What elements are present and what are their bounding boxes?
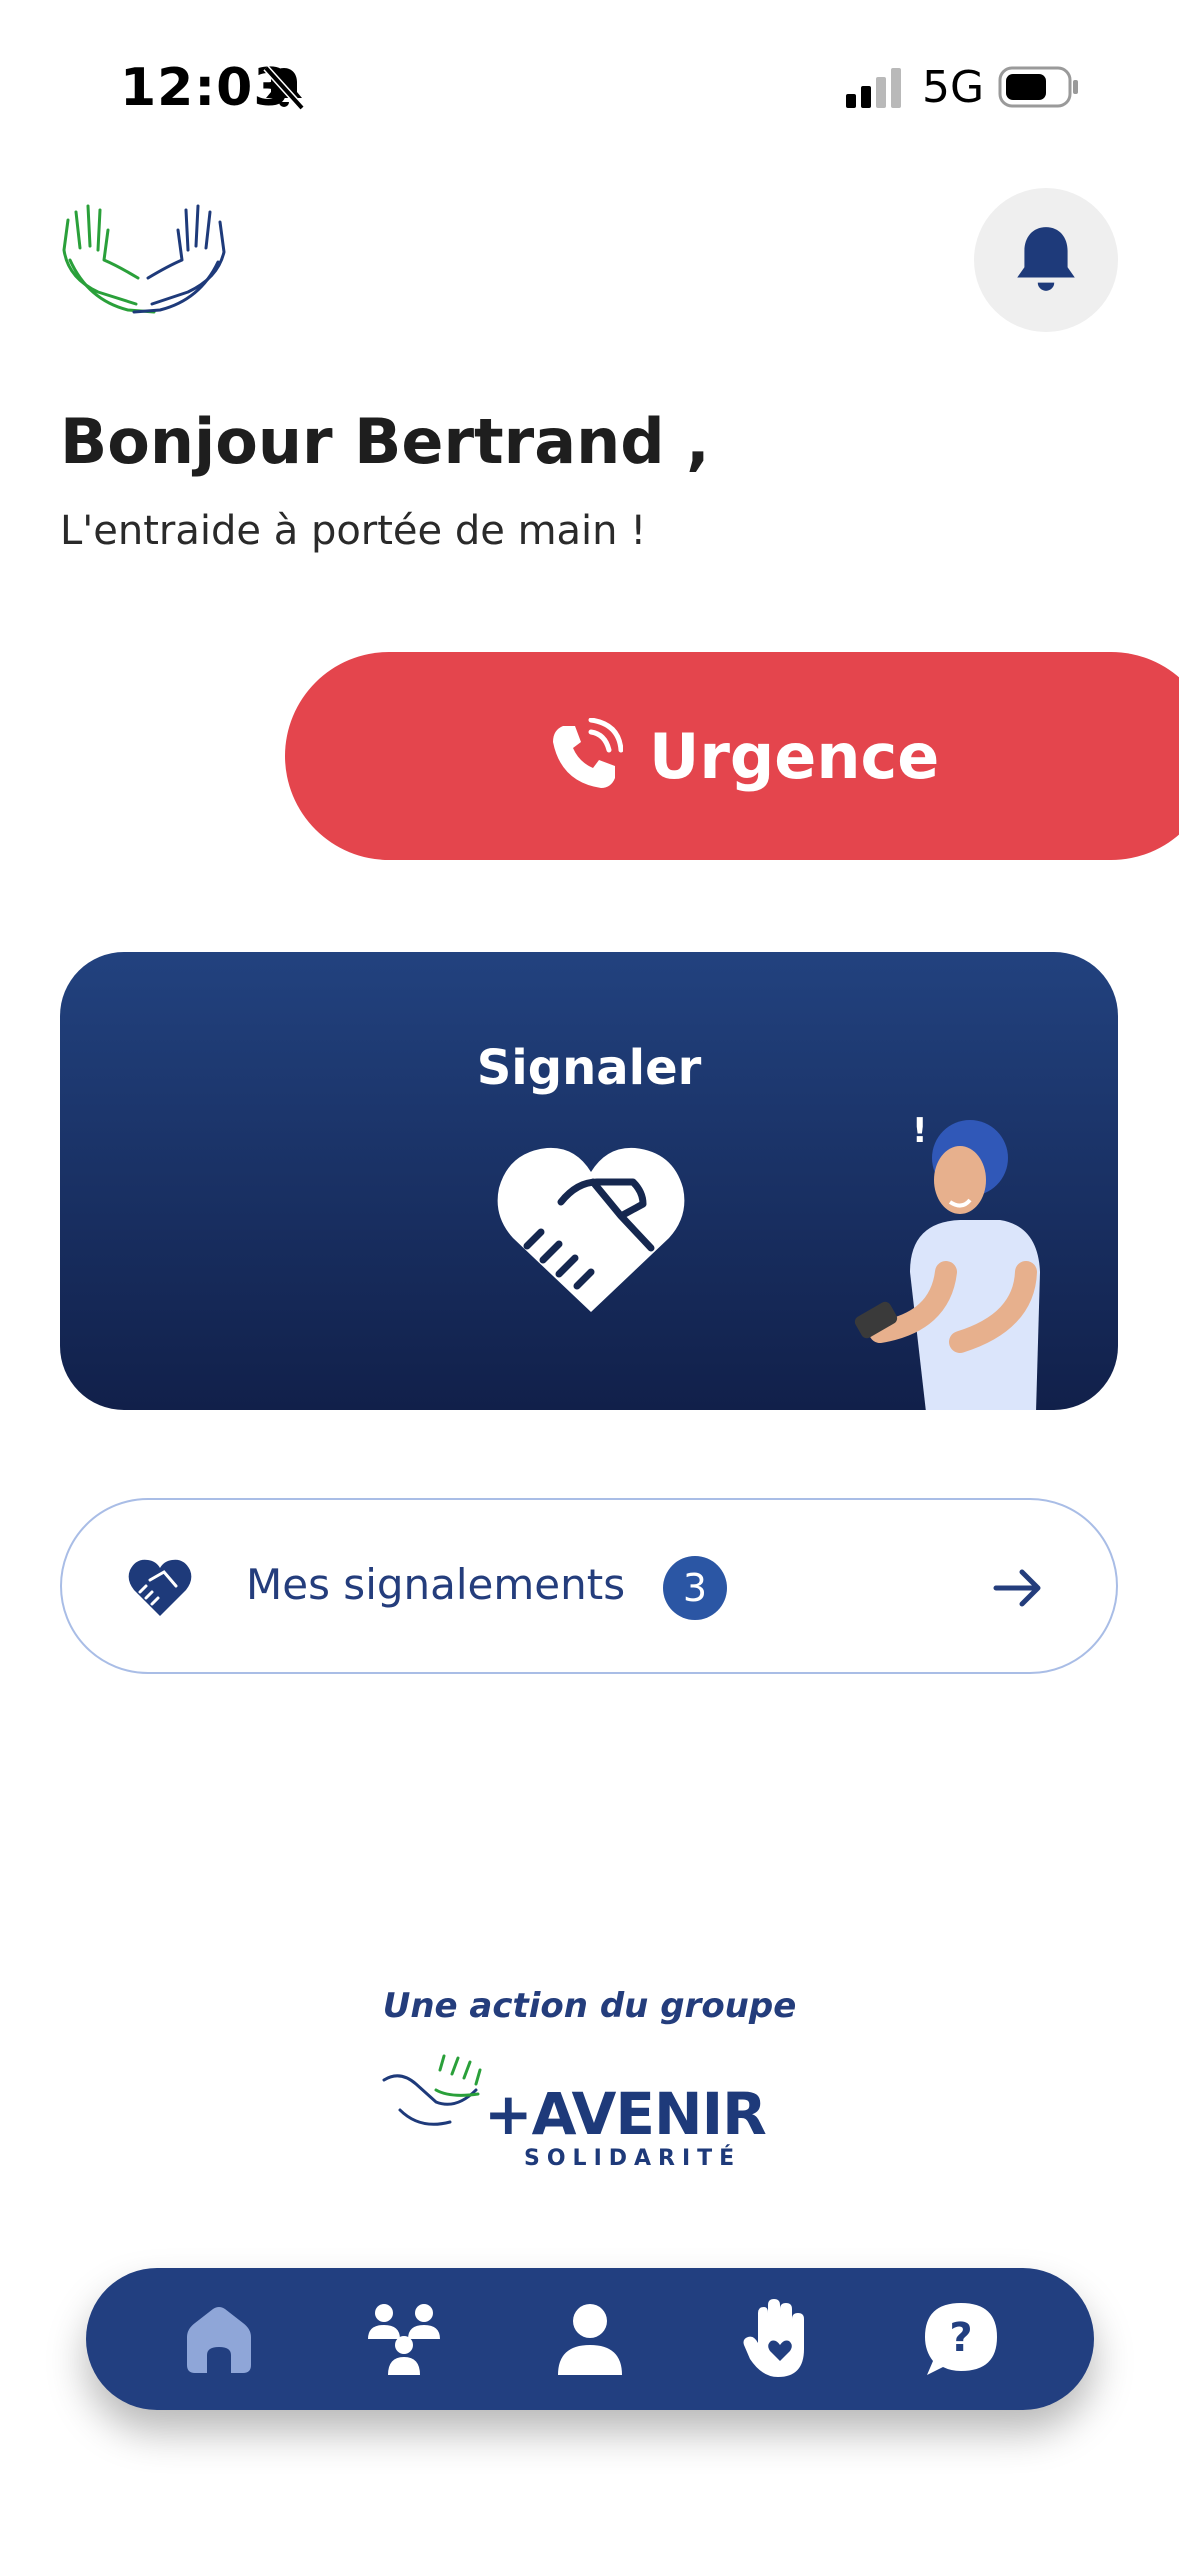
nav-help-hand[interactable] (721, 2284, 831, 2394)
urgence-button[interactable]: Urgence (285, 652, 1179, 860)
status-bar: 12:03 5G (0, 0, 1179, 175)
signaler-card[interactable]: Signaler ! (60, 952, 1118, 1410)
signal-icon (846, 68, 901, 108)
signalements-count-badge: 3 (663, 1556, 727, 1620)
home-icon (186, 2307, 251, 2373)
nav-community[interactable] (349, 2284, 459, 2394)
app-logo (62, 204, 226, 314)
help-icon: ? (925, 2303, 998, 2375)
brand-subtitle: SOLIDARITÉ (524, 2146, 742, 2171)
nav-profile[interactable] (535, 2284, 645, 2394)
notifications-button[interactable] (974, 188, 1118, 332)
tagline: L'entraide à portée de main ! (60, 508, 647, 554)
bell-icon (1017, 227, 1075, 291)
nav-home[interactable] (164, 2284, 274, 2394)
person-illustration: ! (854, 1111, 1040, 1410)
mes-signalements-button[interactable]: Mes signalements 3 (60, 1498, 1118, 1674)
group-icon (368, 2304, 441, 2375)
svg-text:!: ! (912, 1111, 928, 1151)
user-icon (557, 2304, 622, 2375)
brand-name: +AVENIR (484, 2080, 767, 2148)
heart-handshake-icon (128, 1559, 192, 1616)
nav-help[interactable]: ? (906, 2284, 1016, 2394)
bottom-navigation: ? (86, 2268, 1094, 2410)
arrow-right-icon (993, 1569, 1041, 1607)
group-caption: Une action du groupe (382, 1986, 797, 2026)
mes-signalements-label: Mes signalements (246, 1560, 626, 1609)
phone-call-icon (553, 718, 623, 788)
bell-muted-icon (263, 65, 305, 111)
network-type: 5G (922, 62, 985, 113)
urgence-label: Urgence (649, 719, 940, 793)
greeting-title: Bonjour Bertrand , (60, 405, 710, 478)
signaler-title: Signaler (476, 1040, 702, 1096)
battery-icon (998, 66, 1078, 108)
svg-text:?: ? (950, 2315, 973, 2361)
heart-handshake-icon (497, 1147, 685, 1312)
hand-heart-icon (743, 2299, 804, 2377)
